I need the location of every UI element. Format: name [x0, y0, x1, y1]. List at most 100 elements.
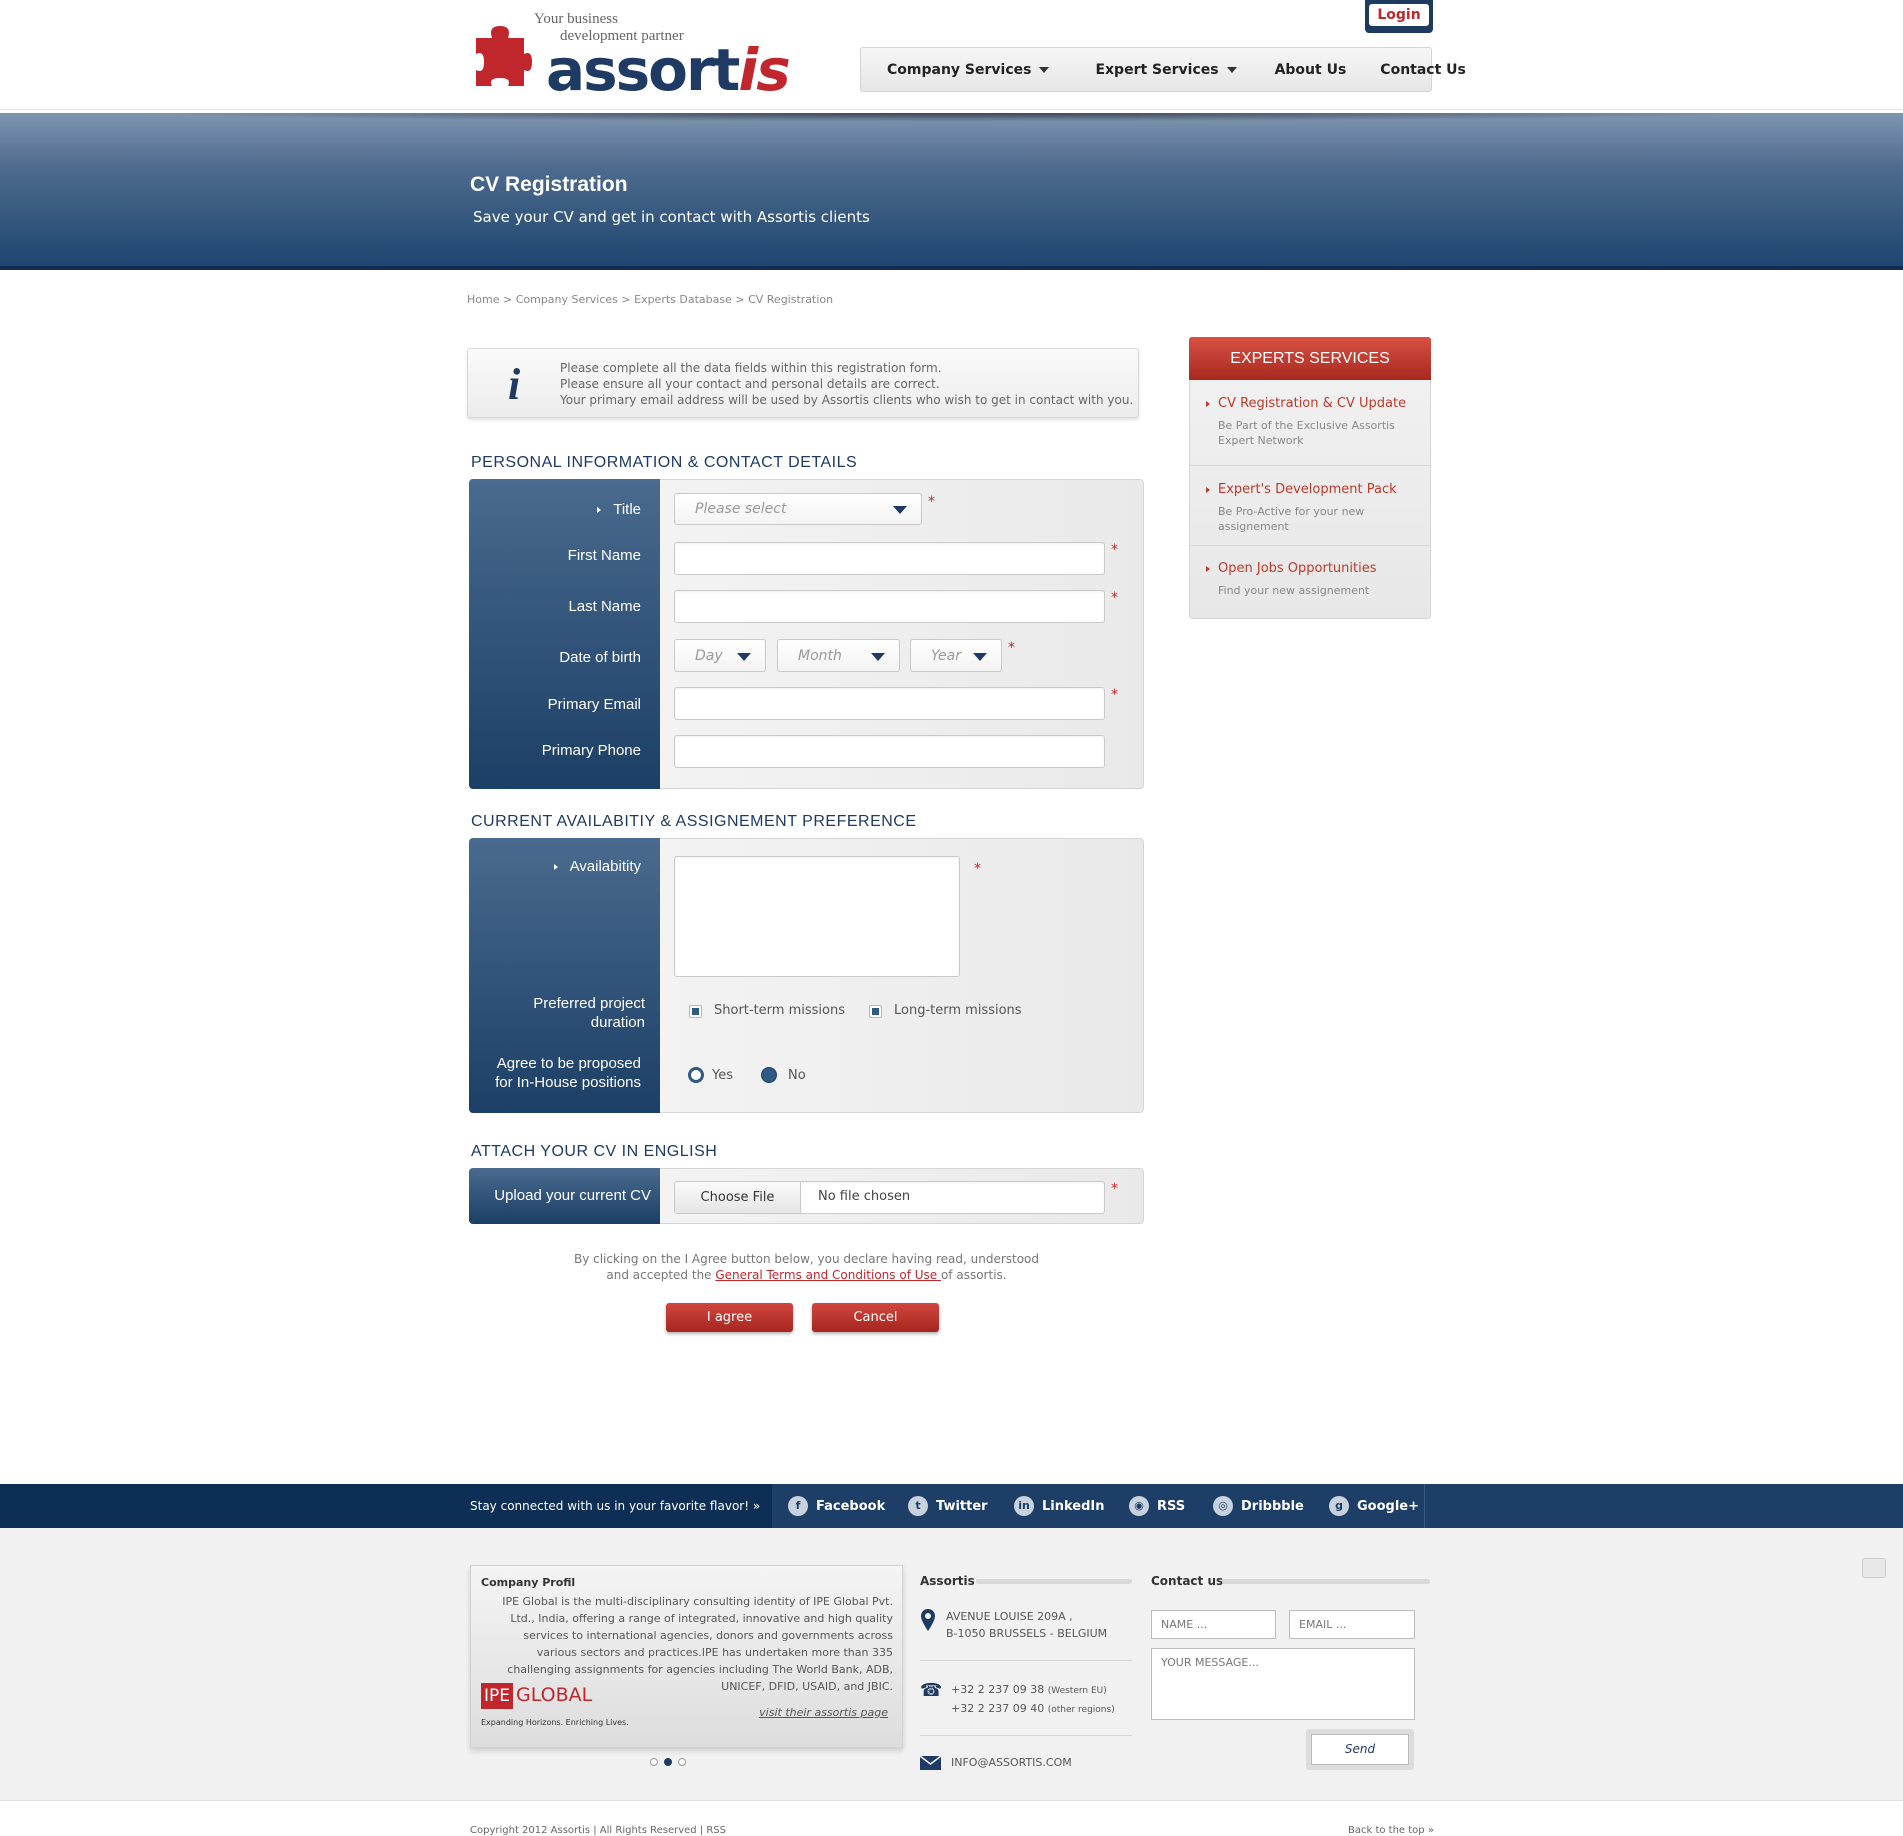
google-plus-icon: g — [1329, 1496, 1349, 1516]
phone-numbers: +32 2 237 09 38 (Western EU) +32 2 237 0… — [951, 1683, 1115, 1715]
availability-form-panel: Availabitity * Preferred project duration… — [469, 838, 1144, 1113]
file-upload-field[interactable]: Choose File No file chosen — [674, 1181, 1105, 1214]
twitter-icon: t — [908, 1496, 928, 1516]
address: AVENUE LOUISE 209A , B-1050 BRUSSELS - BE… — [946, 1610, 1108, 1640]
label-primary-email: Primary Email — [547, 696, 641, 713]
dribbble-icon: ◎ — [1213, 1496, 1233, 1516]
experts-services-title: EXPERTS SERVICES — [1189, 337, 1431, 380]
agree-button[interactable]: I agree — [666, 1303, 793, 1332]
sidebar-item-open-jobs[interactable]: Open Jobs Opportunities Find your new as… — [1190, 546, 1430, 620]
short-term-checkbox[interactable] — [689, 1005, 702, 1018]
terms-link[interactable]: General Terms and Conditions of Use — [715, 1268, 941, 1282]
carousel-dot[interactable] — [650, 1758, 658, 1766]
required-marker: * — [1111, 542, 1118, 558]
personal-form-panel: Title Please select * First Name * Last … — [469, 479, 1144, 789]
contact-name-input[interactable]: NAME ... — [1151, 1610, 1276, 1639]
primary-email-field[interactable] — [674, 687, 1105, 720]
social-googleplus[interactable]: g Google+ — [1329, 1484, 1419, 1528]
title-select[interactable]: Please select — [674, 493, 922, 525]
required-marker: * — [1111, 687, 1118, 703]
required-marker: * — [974, 861, 981, 877]
info-icon: i — [508, 360, 521, 409]
ipe-slogan: Expanding Horizons. Enriching Lives. — [481, 1718, 629, 1727]
last-name-field[interactable] — [674, 590, 1105, 623]
first-name-field[interactable] — [674, 542, 1105, 575]
contact-message-textarea[interactable]: YOUR MESSAGE... — [1151, 1648, 1415, 1720]
required-marker: * — [1008, 640, 1015, 656]
section-title-attach: ATTACH YOUR CV IN ENGLISH — [471, 1143, 718, 1160]
year-select[interactable]: Year — [910, 639, 1002, 672]
main-nav: Company Services Expert Services About U… — [860, 47, 1466, 92]
page-title: CV Registration — [470, 173, 628, 196]
section-title-personal: PERSONAL INFORMATION & CONTACT DETAILS — [471, 454, 858, 471]
primary-phone-field[interactable] — [674, 735, 1105, 768]
social-facebook[interactable]: f Facebook — [788, 1484, 885, 1528]
logo-wordmark: assortis — [546, 36, 791, 104]
social-dribbble[interactable]: ◎ Dribbble — [1213, 1484, 1304, 1528]
visit-assortis-page-link[interactable]: visit their assortis page — [759, 1706, 888, 1719]
location-pin-icon — [921, 1609, 935, 1631]
inhouse-yes-label: Yes — [712, 1068, 733, 1083]
label-last-name: Last Name — [568, 598, 641, 615]
site-header: Your business development partner assort… — [0, 0, 1903, 110]
choose-file-button[interactable]: Choose File — [675, 1182, 801, 1213]
chevron-down-icon — [871, 652, 885, 661]
inhouse-no-radio[interactable] — [761, 1067, 777, 1083]
label-availability: Availabitity — [470, 857, 641, 876]
label-primary-phone: Primary Phone — [541, 742, 641, 759]
social-twitter[interactable]: t Twitter — [908, 1484, 988, 1528]
social-linkedin[interactable]: in LinkedIn — [1014, 1484, 1105, 1528]
label-date-of-birth: Date of birth — [559, 649, 641, 666]
puzzle-icon — [476, 26, 532, 86]
chevron-down-icon — [893, 506, 907, 514]
contact-email-input[interactable]: EMAIL ... — [1289, 1610, 1415, 1639]
bottom-bar: Copyright 2012 Assortis | All Rights Res… — [0, 1800, 1903, 1836]
tagline-line1: Your business — [534, 11, 618, 27]
carousel-dot-active[interactable] — [664, 1758, 672, 1766]
bullet-icon — [597, 507, 602, 514]
send-button[interactable]: Send — [1306, 1729, 1414, 1770]
info-line: Please complete all the data fields with… — [560, 361, 942, 375]
long-term-checkbox[interactable] — [869, 1005, 882, 1018]
sidebar-item-cv-registration[interactable]: CV Registration & CV Update Be Part of t… — [1190, 380, 1430, 466]
back-to-top-link[interactable]: Back to the top » — [1348, 1825, 1434, 1836]
info-box: i Please complete all the data fields wi… — [467, 348, 1139, 418]
copyright: Copyright 2012 Assortis | All Rights Res… — [470, 1825, 727, 1836]
sidebar-item-development-pack[interactable]: Expert's Development Pack Be Pro-Active … — [1190, 466, 1430, 546]
nav-company-services[interactable]: Company Services — [861, 62, 1071, 78]
chevron-down-icon — [737, 652, 751, 661]
required-marker: * — [1111, 1181, 1118, 1197]
label-title: Title — [470, 500, 641, 519]
page-subtitle: Save your CV and get in contact with Ass… — [473, 208, 870, 226]
chevron-down-icon — [1039, 66, 1050, 73]
carousel-dot[interactable] — [678, 1758, 686, 1766]
contact-email[interactable]: INFO@ASSORTIS.COM — [951, 1754, 1072, 1771]
inhouse-no-label: No — [788, 1068, 806, 1083]
assortis-logo[interactable]: Your business development partner assort… — [470, 8, 791, 104]
social-rss[interactable]: ◉ RSS — [1129, 1484, 1185, 1528]
phone-icon: ☎ — [920, 1680, 943, 1701]
info-line: Your primary email address will be used … — [560, 393, 1134, 407]
short-term-label: Short-term missions — [714, 1003, 845, 1018]
ipe-global-logo[interactable]: IPE GLOBAL — [481, 1682, 592, 1712]
nav-expert-services[interactable]: Expert Services — [1071, 62, 1258, 78]
day-select[interactable]: Day — [674, 639, 766, 672]
nav-about-us[interactable]: About Us — [1259, 62, 1369, 78]
month-select[interactable]: Month — [777, 639, 900, 672]
inhouse-yes-radio[interactable] — [688, 1067, 704, 1083]
login-button[interactable]: Login — [1365, 0, 1433, 33]
rss-icon: ◉ — [1129, 1496, 1149, 1516]
cancel-button[interactable]: Cancel — [812, 1303, 939, 1332]
facebook-icon: f — [788, 1496, 808, 1516]
availability-textarea[interactable] — [674, 856, 960, 977]
linkedin-icon: in — [1014, 1496, 1034, 1516]
nav-contact-us[interactable]: Contact Us — [1368, 62, 1488, 78]
company-profile-text: IPE Global is the multi-disciplinary con… — [502, 1595, 893, 1693]
no-file-label: No file chosen — [818, 1189, 911, 1204]
info-line: Please ensure all your contact and perso… — [560, 377, 940, 391]
chevron-down-icon — [1226, 66, 1237, 73]
breadcrumb[interactable]: Home > Company Services > Experts Databa… — [467, 293, 833, 306]
required-marker: * — [928, 494, 935, 510]
experts-services-box: EXPERTS SERVICES CV Registration & CV Up… — [1189, 337, 1431, 619]
share-icon[interactable] — [1862, 1558, 1886, 1578]
